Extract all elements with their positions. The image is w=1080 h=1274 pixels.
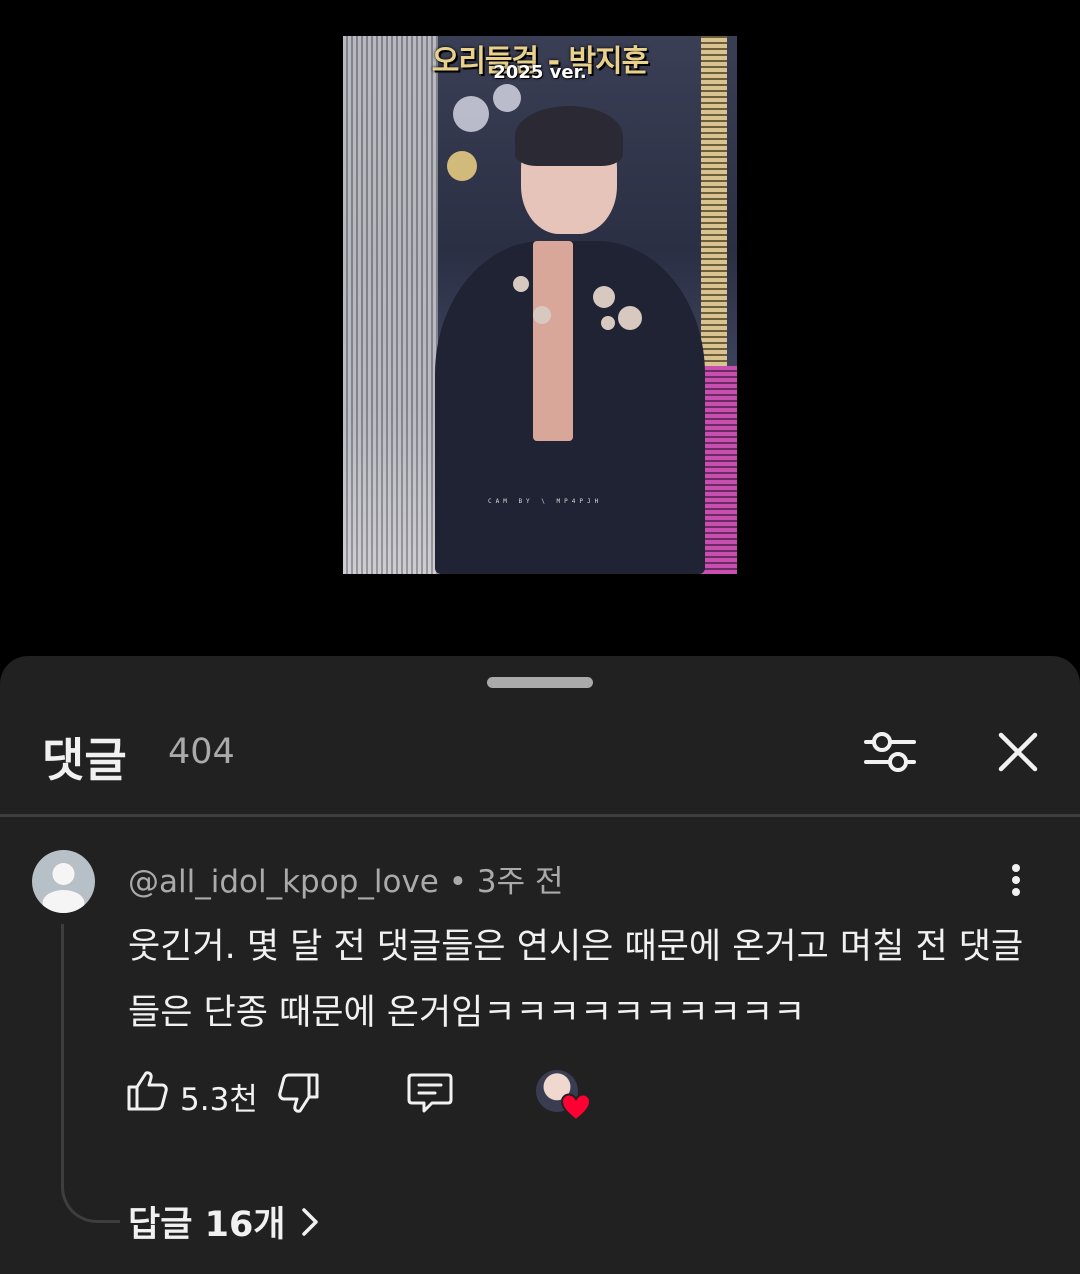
reply-thread-line	[61, 924, 120, 1223]
comment-more-button[interactable]	[1000, 858, 1032, 902]
reply-button[interactable]	[406, 1070, 454, 1116]
close-button[interactable]	[992, 726, 1044, 778]
default-user-icon	[42, 863, 85, 913]
video-subtitle-overlay: 2025 ver.	[493, 62, 587, 83]
chevron-right-icon	[301, 1207, 318, 1236]
more-vert-icon	[1012, 864, 1020, 896]
like-count: 5.3천	[180, 1082, 258, 1118]
dislike-button[interactable]	[276, 1070, 322, 1116]
meta-separator: •	[438, 864, 477, 900]
stage-light	[447, 151, 477, 181]
view-replies-button[interactable]: 답글 16개	[128, 1196, 320, 1247]
video-player[interactable]: CAM BY \ MP4PJH 오리들걸 - 박지훈 2025 ver.	[343, 36, 737, 574]
close-icon	[998, 732, 1038, 772]
replies-count-label: 답글 16개	[128, 1205, 286, 1245]
jacket-pin	[533, 306, 551, 324]
sliders-icon	[864, 732, 916, 772]
comment-meta: @all_idol_kpop_love • 3주 전	[128, 856, 564, 901]
stage-light	[453, 96, 489, 132]
comments-title: 댓글	[42, 733, 127, 787]
performer-hair	[515, 106, 623, 166]
commenter-avatar[interactable]	[32, 850, 95, 913]
sort-filter-button[interactable]	[860, 726, 920, 778]
video-watermark: CAM BY \ MP4PJH	[488, 498, 603, 505]
jacket-pin	[513, 276, 529, 292]
jacket-pin	[593, 286, 615, 308]
comment-author[interactable]: @all_idol_kpop_love	[128, 864, 439, 900]
stage-light	[493, 84, 521, 112]
jacket-pin	[601, 316, 615, 330]
comment-reply-icon	[407, 1073, 453, 1113]
drag-handle[interactable]	[487, 677, 593, 688]
stage-screen-right	[701, 36, 727, 366]
creator-heart-badge	[536, 1070, 594, 1122]
performer-shirt	[533, 241, 573, 441]
thumbs-up-icon	[127, 1071, 168, 1111]
comment-text: 웃긴거. 몇 달 전 댓글들은 연시은 때문에 온거고 며칠 전 댓글들은 단종…	[128, 927, 1024, 1033]
comments-count: 404	[168, 732, 235, 772]
like-button[interactable]	[124, 1068, 170, 1114]
jacket-pin	[618, 306, 642, 330]
stage-screen-pink	[701, 366, 737, 574]
comments-sheet: 댓글 404 @all_idol_kpop_love • 3주 전 웃긴거. 몇…	[0, 656, 1080, 1274]
header-divider	[0, 814, 1080, 817]
stage-screen-left	[343, 36, 438, 574]
comment-time: 3주 전	[476, 864, 564, 900]
heart-icon	[560, 1093, 592, 1122]
thumbs-down-icon	[278, 1073, 319, 1113]
